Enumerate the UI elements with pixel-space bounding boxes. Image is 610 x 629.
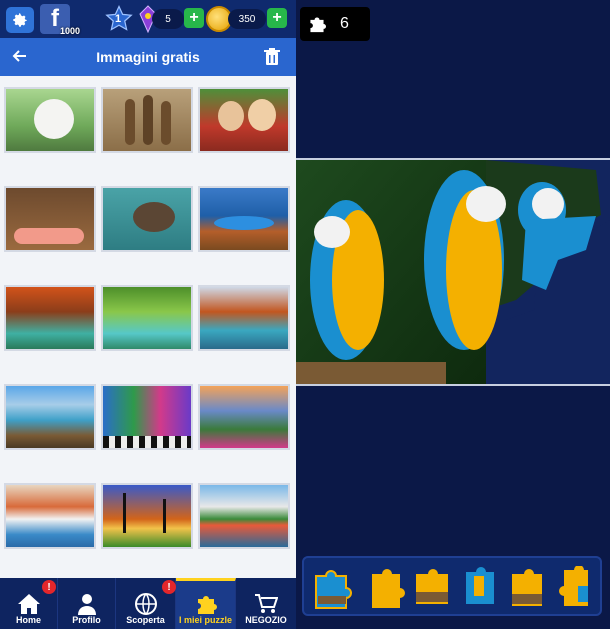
- home-icon: [17, 594, 40, 614]
- pieces-tray: [302, 556, 602, 616]
- puzzle-piece-6[interactable]: [554, 566, 594, 610]
- delete-button[interactable]: [264, 48, 280, 71]
- puzzle-piece-2[interactable]: [366, 566, 406, 610]
- puzzle-gallery: [0, 76, 296, 576]
- settings-button[interactable]: [6, 7, 34, 33]
- alert-badge: !: [162, 580, 176, 594]
- nav-profile[interactable]: Profilo: [58, 578, 116, 629]
- back-button[interactable]: [12, 48, 28, 69]
- page-title: Immagini gratis: [96, 49, 200, 65]
- gems-value: 5: [165, 13, 171, 25]
- puzzle-thumb-meerkats[interactable]: [101, 87, 193, 153]
- puzzle-thumb-lake-forest[interactable]: [198, 285, 290, 351]
- parrots-puzzle-image: [296, 160, 610, 384]
- puzzle-thumb-puppy[interactable]: [4, 87, 96, 153]
- add-coins-button[interactable]: +: [267, 8, 287, 28]
- bottom-navigation: Home ! Profilo Scoperta ! I miei puzzle: [0, 578, 296, 629]
- nav-my-puzzles[interactable]: I miei puzzle: [176, 578, 236, 629]
- coins-value: 350: [238, 13, 256, 25]
- section-header: Immagini gratis: [0, 38, 296, 76]
- puzzle-thumb-dachshund-cat[interactable]: [4, 186, 96, 252]
- profile-icon: [77, 594, 96, 615]
- alert-badge: !: [42, 580, 56, 594]
- gems-count: 5: [152, 9, 184, 29]
- plus-icon: +: [189, 9, 199, 26]
- nav-home[interactable]: Home !: [0, 578, 58, 629]
- plus-icon: +: [272, 9, 282, 26]
- puzzle-thumb-mountain-lake[interactable]: [198, 186, 290, 252]
- puzzle-thumb-waterfall-autumn[interactable]: [4, 285, 96, 351]
- puzzle-game-area: 6: [296, 0, 610, 629]
- pieces-counter: 6: [300, 7, 370, 41]
- nav-shop[interactable]: NEGOZIO: [236, 578, 296, 629]
- nav-profile-label: Profilo: [72, 615, 101, 625]
- nav-discover-label: Scoperta: [126, 615, 165, 625]
- puzzle-thumb-palm-sunset[interactable]: [101, 483, 193, 549]
- facebook-icon: f: [51, 5, 59, 32]
- puzzle-piece-3[interactable]: [412, 566, 452, 610]
- pieces-remaining: 6: [340, 15, 349, 32]
- puzzle-thumb-colorful-houses[interactable]: [101, 384, 193, 450]
- shopping-cart-icon: [255, 594, 278, 613]
- puzzle-board[interactable]: [296, 158, 610, 386]
- top-status-bar: f 1000 1 5 + 350 +: [0, 0, 296, 38]
- facebook-coin-badge: 1000: [60, 26, 81, 36]
- level-value: 1: [115, 13, 122, 25]
- trash-icon: [264, 48, 280, 65]
- coins-count: 350: [228, 9, 266, 29]
- puzzle-thumb-waterfall-green[interactable]: [101, 285, 193, 351]
- add-gems-button[interactable]: +: [184, 8, 204, 28]
- arrow-left-icon: [12, 50, 26, 62]
- puzzle-thumb-flower-valley[interactable]: [198, 384, 290, 450]
- puzzle-thumb-pomeranians[interactable]: [198, 87, 290, 153]
- puzzle-piece-icon: [197, 596, 217, 614]
- nav-shop-label: NEGOZIO: [245, 615, 287, 625]
- left-panel: f 1000 1 5 + 350 + Immagini gratis Home …: [0, 0, 296, 629]
- gear-icon: [13, 13, 27, 27]
- nav-discover[interactable]: Scoperta !: [116, 578, 176, 629]
- puzzle-thumb-coastal-village[interactable]: [4, 483, 96, 549]
- puzzle-piece-5[interactable]: [508, 566, 548, 610]
- globe-icon: [134, 593, 157, 615]
- puzzle-thumb-otter[interactable]: [101, 186, 193, 252]
- nav-my-puzzles-label: I miei puzzle: [178, 615, 232, 625]
- puzzle-thumb-harbor-town[interactable]: [198, 483, 290, 549]
- puzzle-piece-4[interactable]: [460, 566, 500, 610]
- puzzle-piece-icon: [310, 17, 326, 33]
- nav-home-label: Home: [15, 615, 41, 625]
- puzzle-thumb-lake-pier[interactable]: [4, 384, 96, 450]
- puzzle-piece-1[interactable]: [312, 566, 352, 610]
